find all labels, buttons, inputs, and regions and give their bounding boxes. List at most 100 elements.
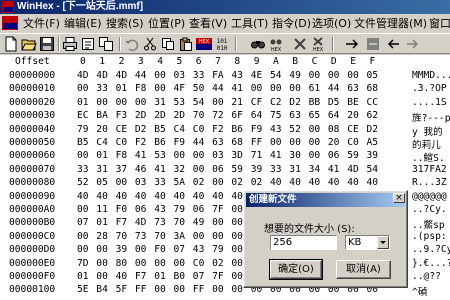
hex-byte[interactable]: 54 [193,97,205,108]
hex-byte[interactable]: 00 [154,258,166,269]
hex-byte[interactable]: 01 [116,83,128,94]
hex-byte[interactable]: 50 [193,83,205,94]
hex-byte[interactable]: 03 [174,70,186,81]
hex-byte[interactable]: F9 [251,124,263,135]
hex-byte[interactable]: 4F [174,83,186,94]
cancel-button[interactable]: 取消(A) [336,260,391,279]
hex-byte[interactable]: 20 [96,124,108,135]
hex-byte[interactable]: 00 [193,150,205,161]
menu-window[interactable]: 窗口 [426,16,450,31]
hex-byte[interactable]: 43 [231,70,243,81]
hex-byte[interactable]: 00 [96,244,108,255]
ascii-cell[interactable]: @@@@@@ [412,191,447,202]
hex-byte[interactable]: 30 [289,150,301,161]
hex-byte[interactable]: 00 [212,284,224,295]
hex-byte[interactable]: 5A [174,177,186,188]
hex-byte[interactable]: 28 [96,231,108,242]
hex-byte[interactable]: 43 [193,244,205,255]
hex-byte[interactable]: 00 [77,150,89,161]
hex-byte[interactable]: 46 [135,164,147,175]
hex-byte[interactable]: CE [347,124,359,135]
hex-byte[interactable]: F8 [116,150,128,161]
hex-byte[interactable]: 41 [135,150,147,161]
window-titlebar[interactable]: WinHex - [下一站天后.mmf] [0,0,450,14]
hex-byte[interactable]: 40 [116,191,128,202]
menu-position[interactable]: 位置(P) [145,16,188,31]
hex-byte[interactable]: FF [193,284,205,295]
hex-byte[interactable]: 44 [135,70,147,81]
hex-byte[interactable]: 02 [231,177,243,188]
menu-search[interactable]: 搜索(S) [103,16,147,31]
hex-byte[interactable]: BE [347,97,359,108]
hex-byte[interactable]: B6 [154,137,166,148]
hex-byte[interactable]: 3A [174,231,186,242]
hex-byte[interactable]: FF [135,284,147,295]
hex-byte[interactable]: 5F [116,284,128,295]
hex-byte[interactable]: 73 [154,217,166,228]
hex-byte[interactable]: 41 [154,164,166,175]
hex-byte[interactable]: F2 [212,124,224,135]
hex-byte[interactable]: 54 [270,70,282,81]
hex-byte[interactable]: 43 [270,124,282,135]
ascii-cell[interactable]: ..@?? [412,271,441,282]
hex-byte[interactable]: 52 [289,124,301,135]
ascii-cell[interactable]: ^碵 [412,284,427,298]
hex-byte[interactable]: 00 [96,271,108,282]
hex-byte[interactable]: 39 [116,244,128,255]
hex-byte[interactable]: 41 [328,164,340,175]
hex-byte[interactable]: CE [116,124,128,135]
ascii-cell[interactable]: 旌?---p [412,110,450,124]
hex-byte[interactable]: 01 [96,150,108,161]
hex-byte[interactable]: 75 [270,110,282,121]
hex-byte[interactable]: 00 [212,177,224,188]
hex-byte[interactable]: C2 [270,97,282,108]
find-icon[interactable] [250,36,266,52]
hex-byte[interactable]: 31 [154,97,166,108]
hex-byte[interactable]: 00 [231,258,243,269]
hex-byte[interactable]: 02 [193,177,205,188]
hex-byte[interactable]: 59 [231,164,243,175]
hex-byte[interactable]: 79 [174,204,186,215]
hex-byte[interactable]: 02 [212,258,224,269]
goto-offset-icon[interactable] [345,36,361,52]
hex-byte[interactable]: 64 [251,110,263,121]
ascii-cell[interactable]: }.€...? [412,258,450,269]
goto-icon[interactable] [365,36,381,52]
hex-byte[interactable]: 00 [96,258,108,269]
menu-tools[interactable]: 工具(T) [228,16,271,31]
ascii-cell[interactable]: ..鱉sp [412,217,445,231]
hex-byte[interactable]: 40 [367,177,379,188]
hex-edit-icon[interactable]: HEX [196,36,212,52]
hex-byte[interactable]: 00 [135,258,147,269]
hex-byte[interactable]: 7F [212,271,224,282]
hex-byte[interactable]: 79 [212,244,224,255]
hex-byte[interactable]: 33 [154,177,166,188]
hex-byte[interactable]: 68 [367,83,379,94]
hex-byte[interactable]: 00 [309,137,321,148]
hex-byte[interactable]: 68 [231,137,243,148]
hex-byte[interactable]: 52 [77,177,89,188]
hex-byte[interactable]: 49 [193,217,205,228]
hex-byte[interactable]: 33 [193,70,205,81]
hex-byte[interactable]: 33 [77,164,89,175]
hex-byte[interactable]: 00 [309,124,321,135]
size-unit-select[interactable]: KB [345,235,390,250]
hex-byte[interactable]: C0 [193,258,205,269]
hex-byte[interactable]: B5 [154,124,166,135]
hex-byte[interactable]: 06 [212,164,224,175]
replace-hex-icon[interactable]: HEX [310,36,326,52]
hex-byte[interactable]: 61 [309,83,321,94]
hex-byte[interactable]: 07 [174,244,186,255]
hex-row[interactable]: 00000050 B5 C4 C0 F2 B6 F9 44 63 68 FF 00 00 00 20 C0 A5… [0,137,450,151]
hex-byte[interactable]: 00 [289,137,301,148]
hex-byte[interactable]: 07 [77,217,89,228]
hex-byte[interactable]: 00 [193,231,205,242]
back-icon[interactable] [385,36,401,52]
hex-byte[interactable]: 00 [135,97,147,108]
hex-byte[interactable]: 40 [193,191,205,202]
hex-byte[interactable]: 64 [328,110,340,121]
hex-byte[interactable]: 00 [231,217,243,228]
chevron-down-icon[interactable] [377,236,389,249]
hex-byte[interactable]: 01 [77,271,89,282]
print-icon[interactable] [62,36,78,52]
